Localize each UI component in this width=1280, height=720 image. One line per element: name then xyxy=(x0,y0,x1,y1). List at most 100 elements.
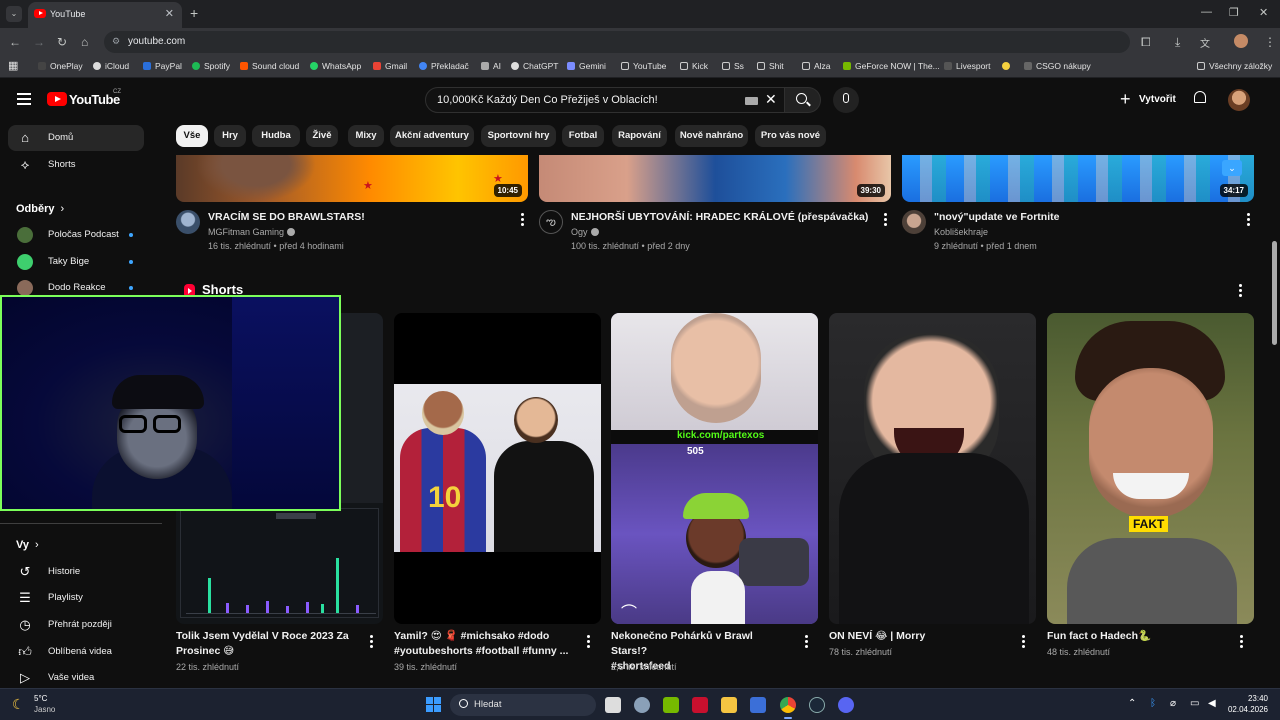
start-windows-icon[interactable] xyxy=(426,697,441,712)
short-thumbnail[interactable]: FAKT xyxy=(1047,313,1254,624)
short-menu-icon[interactable] xyxy=(805,635,809,650)
chip-all[interactable]: Vše xyxy=(176,125,208,147)
bookmark-csgo[interactable]: CSGO nákupy xyxy=(1024,61,1091,71)
app-red-icon[interactable] xyxy=(692,697,708,713)
bookmark-shit-folder[interactable]: Shit xyxy=(757,61,784,71)
close-window-icon[interactable]: ✕ xyxy=(1259,6,1268,19)
video-title[interactable]: "nový"update ve Fortnite xyxy=(934,211,1059,223)
sidebar-item-playlists[interactable]: ☰ Playlisty xyxy=(8,585,144,611)
settings-gear-icon[interactable] xyxy=(634,697,650,713)
short-title[interactable]: Yamil? 😍 🧣 #michsako #dodo #youtubeshorts… xyxy=(394,629,574,659)
sidebar-item-watch-later[interactable]: ◷ Přehrát později xyxy=(8,612,144,638)
task-view-icon[interactable] xyxy=(605,697,621,713)
bookmark-spotify[interactable]: Spotify xyxy=(192,61,230,71)
chip-rap[interactable]: Rapování xyxy=(612,125,667,147)
all-bookmarks-folder[interactable]: Všechny záložky xyxy=(1197,61,1272,71)
video-menu-icon[interactable] xyxy=(1247,213,1251,228)
minimize-icon[interactable]: — xyxy=(1201,6,1212,18)
keyboard-icon[interactable] xyxy=(745,97,758,105)
video-channel[interactable]: MGFitman Gaming xyxy=(208,227,296,237)
chip-football[interactable]: Fotbal xyxy=(562,125,604,147)
bookmark-icloud[interactable]: iCloud xyxy=(93,61,129,71)
nvidia-icon[interactable] xyxy=(663,697,679,713)
tab-search-icon[interactable]: ⌄ xyxy=(6,6,22,22)
video-thumbnail[interactable]: 39:30 xyxy=(539,155,891,202)
video-thumbnail[interactable]: ★ ★ 10:45 xyxy=(176,155,528,202)
file-explorer-icon[interactable] xyxy=(721,697,737,713)
bookmark-soundcloud[interactable]: Sound cloud xyxy=(240,61,299,71)
site-info-icon[interactable]: ⚙ xyxy=(112,36,120,47)
video-title[interactable]: NEJHORŠÍ UBYTOVÁNÍ: HRADEC KRÁLOVÉ (přes… xyxy=(571,211,868,223)
video-menu-icon[interactable] xyxy=(521,213,525,228)
video-menu-icon[interactable] xyxy=(884,213,888,228)
weather-temperature[interactable]: 5°C xyxy=(34,694,47,703)
sidebar-item-liked-videos[interactable]: 👍︎ Oblíbená videa xyxy=(8,639,144,665)
channel-avatar[interactable] xyxy=(176,210,200,234)
chip-games[interactable]: Hry xyxy=(214,125,246,147)
search-input[interactable]: 10,000Kč Každý Den Co Přežiješ v Oblacíc… xyxy=(425,87,785,113)
short-menu-icon[interactable] xyxy=(370,635,374,650)
reload-icon[interactable]: ↻ xyxy=(57,35,67,49)
sidebar-subscription[interactable]: Taky Bige xyxy=(8,249,144,275)
channel-avatar[interactable]: ఌ xyxy=(539,210,563,234)
back-icon[interactable]: ← xyxy=(9,35,21,49)
clock-time[interactable]: 23:40 xyxy=(1230,694,1268,703)
sidebar-subscription[interactable]: Poločas Podcast xyxy=(8,222,144,248)
downloads-icon[interactable]: ⤓ xyxy=(1175,35,1180,50)
chip-action-adventure[interactable]: Akční adventury xyxy=(390,125,474,147)
sidebar-item-shorts[interactable]: ⟡ Shorts xyxy=(8,152,144,178)
bookmark-youtube-folder[interactable]: YouTube xyxy=(621,61,666,71)
translate-icon[interactable]: 文 xyxy=(1200,35,1210,50)
bookmark-gmail[interactable]: Gmail xyxy=(373,61,407,71)
bookmark-kick-folder[interactable]: Kick xyxy=(680,61,708,71)
video-title[interactable]: VRACÍM SE DO BRAWLSTARS! xyxy=(208,211,365,223)
you-heading[interactable]: Vy › xyxy=(16,539,39,551)
short-title[interactable]: Fun fact o Hadech🐍 xyxy=(1047,629,1227,644)
chip-live[interactable]: Živě xyxy=(306,125,338,147)
sidebar-item-home[interactable]: ⌂ Domů xyxy=(8,125,144,151)
clock-date[interactable]: 02.04.2026 xyxy=(1222,705,1268,714)
short-title[interactable]: Tolik Jsem Vydělal V Roce 2023 Za Prosine… xyxy=(176,629,356,659)
apps-grid-icon[interactable]: ▦ xyxy=(8,59,18,72)
sidebar-item-history[interactable]: ↺ Historie xyxy=(8,559,144,585)
profile-avatar-icon[interactable] xyxy=(1234,34,1248,48)
bookmark-chatgpt[interactable]: ChatGPT xyxy=(511,61,558,71)
taskbar-search[interactable]: Hledat xyxy=(450,694,596,716)
weather-moon-icon[interactable]: ☾ xyxy=(12,696,25,713)
subscriptions-heading[interactable]: Odběry › xyxy=(16,203,64,215)
channel-avatar[interactable] xyxy=(902,210,926,234)
bookmark-paypal[interactable]: PayPal xyxy=(143,61,182,71)
video-channel[interactable]: Koblišekhraje xyxy=(934,227,988,237)
volume-icon[interactable]: ◀ xyxy=(1208,698,1216,709)
bookmark-smiley-icon[interactable] xyxy=(1002,61,1014,71)
bluetooth-icon[interactable]: ᛒ xyxy=(1150,698,1156,709)
browser-tab-youtube[interactable]: YouTube ✕ xyxy=(28,2,182,28)
short-menu-icon[interactable] xyxy=(1240,635,1244,650)
page-scrollbar-thumb[interactable] xyxy=(1272,241,1277,345)
display-tray-icon[interactable]: ▭ xyxy=(1190,698,1199,709)
microphone-tray-icon[interactable]: ⌀ xyxy=(1170,698,1176,709)
clear-search-icon[interactable]: ✕ xyxy=(765,91,777,108)
short-title[interactable]: ON NEVÍ 😂 | Morry xyxy=(829,629,1009,644)
extensions-icon[interactable]: ⧠ xyxy=(1141,35,1151,50)
maximize-icon[interactable]: ❐ xyxy=(1229,6,1239,19)
forward-icon[interactable]: → xyxy=(33,35,45,49)
bookmark-oneplay[interactable]: OnePlay xyxy=(38,61,83,71)
menu-icon[interactable] xyxy=(17,93,31,105)
chip-new-to-you[interactable]: Pro vás nové xyxy=(755,125,826,147)
youtube-logo-icon[interactable] xyxy=(47,92,67,106)
tray-chevron-icon[interactable]: ⌃ xyxy=(1128,698,1136,709)
short-thumbnail[interactable]: kick.com/partexos 505 ⌒ xyxy=(611,313,818,624)
new-tab-icon[interactable]: + xyxy=(190,5,198,21)
bookmark-geforce-now[interactable]: GeForce NOW | The... xyxy=(843,61,940,71)
browser-menu-icon[interactable]: ⋮ xyxy=(1264,35,1276,49)
home-icon[interactable]: ⌂ xyxy=(81,35,88,49)
short-thumbnail[interactable]: 10 xyxy=(394,313,601,624)
short-menu-icon[interactable] xyxy=(587,635,591,650)
short-thumbnail[interactable] xyxy=(829,313,1036,624)
bookmark-whatsapp[interactable]: WhatsApp xyxy=(310,61,361,71)
microsoft-store-icon[interactable] xyxy=(750,697,766,713)
chip-recently-uploaded[interactable]: Nově nahráno xyxy=(675,125,748,147)
bookmark-alza-folder[interactable]: Alza xyxy=(802,61,831,71)
create-button[interactable]: + Vytvořit xyxy=(1112,87,1184,113)
